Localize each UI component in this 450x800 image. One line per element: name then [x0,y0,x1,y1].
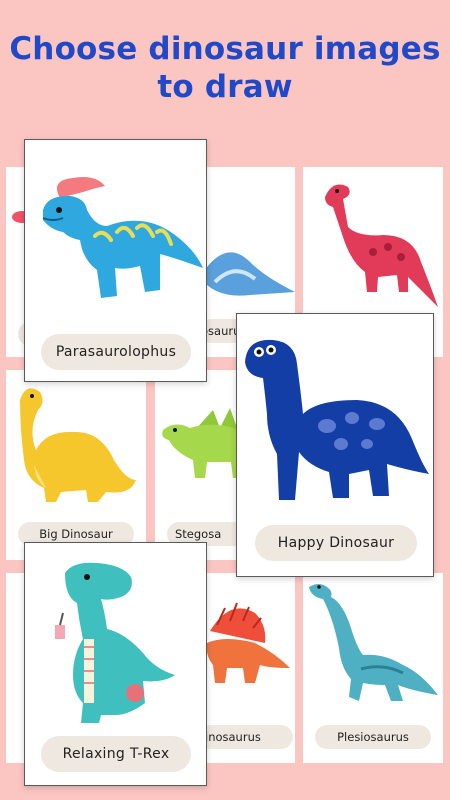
plesiosaurus-image [309,584,438,701]
page-title-line-1: Choose dinosaur images [9,31,441,67]
dino-card-9[interactable]: Plesiosaurus [303,573,443,763]
dino-card-label: Plesiosaurus [315,725,431,749]
dino-card-happy-dinosaur[interactable]: Happy Dinosaur [236,313,434,577]
parasaurolophus-image [42,177,203,298]
dino-card-label: inosaurus [199,725,293,749]
happy-dinosaur-image [245,339,429,500]
big-dinosaur-image [20,388,136,502]
dino-card-relaxing-trex[interactable]: Relaxing T-Rex [24,542,207,786]
dino-card-label: Relaxing T-Rex [41,736,191,772]
dino-card-4[interactable]: Big Dinosaur [6,370,146,560]
dino-card-label: Happy Dinosaur [255,525,417,561]
page-title: Choose dinosaur images to draw [0,30,450,106]
relaxing-trex-image [55,562,175,723]
red-dinosaur-image [325,184,438,307]
page-title-line-2: to draw [157,69,293,105]
dino-card-label: Parasaurolophus [41,334,191,370]
dino-card-parasaurolophus[interactable]: Parasaurolophus [24,139,207,382]
